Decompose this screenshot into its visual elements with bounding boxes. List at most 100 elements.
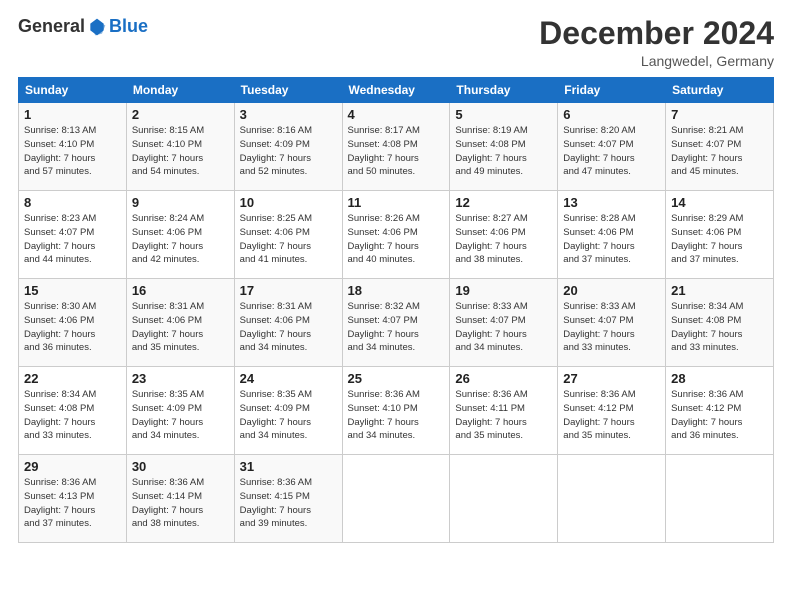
table-row: 31 Sunrise: 8:36 AMSunset: 4:15 PMDayligh…	[234, 455, 342, 543]
table-row: 6 Sunrise: 8:20 AMSunset: 4:07 PMDaylight…	[558, 103, 666, 191]
table-row: 14 Sunrise: 8:29 AMSunset: 4:06 PMDayligh…	[666, 191, 774, 279]
table-row: 23Sunrise: 8:35 AMSunset: 4:09 PMDayligh…	[126, 367, 234, 455]
day-info: Sunrise: 8:31 AMSunset: 4:06 PMDaylight:…	[132, 300, 229, 355]
day-info: Sunrise: 8:31 AMSunset: 4:06 PMDaylight:…	[240, 300, 337, 355]
day-info: Sunrise: 8:30 AMSunset: 4:06 PMDaylight:…	[24, 300, 121, 355]
day-info: Sunrise: 8:36 AMSunset: 4:11 PMDaylight:…	[455, 388, 552, 443]
day-info: Sunrise: 8:23 AMSunset: 4:07 PMDaylight:…	[24, 212, 121, 267]
calendar-week-4: 22Sunrise: 8:34 AMSunset: 4:08 PMDayligh…	[19, 367, 774, 455]
table-row	[342, 455, 450, 543]
table-row: 28 Sunrise: 8:36 AMSunset: 4:12 PMDayligh…	[666, 367, 774, 455]
table-row: 27 Sunrise: 8:36 AMSunset: 4:12 PMDayligh…	[558, 367, 666, 455]
table-row: 24 Sunrise: 8:35 AMSunset: 4:09 PMDayligh…	[234, 367, 342, 455]
day-info: Sunrise: 8:36 AMSunset: 4:15 PMDaylight:…	[240, 476, 337, 531]
day-info: Sunrise: 8:25 AMSunset: 4:06 PMDaylight:…	[240, 212, 337, 267]
calendar-week-1: 1 Sunrise: 8:13 AMSunset: 4:10 PMDaylight…	[19, 103, 774, 191]
day-info: Sunrise: 8:36 AMSunset: 4:13 PMDaylight:…	[24, 476, 121, 531]
logo: General Blue	[18, 16, 148, 37]
table-row: 10 Sunrise: 8:25 AMSunset: 4:06 PMDayligh…	[234, 191, 342, 279]
col-thursday: Thursday	[450, 78, 558, 103]
day-info: Sunrise: 8:36 AMSunset: 4:10 PMDaylight:…	[348, 388, 445, 443]
day-number: 7	[671, 107, 768, 122]
table-row: 17 Sunrise: 8:31 AMSunset: 4:06 PMDayligh…	[234, 279, 342, 367]
day-number: 24	[240, 371, 337, 386]
calendar-week-3: 15Sunrise: 8:30 AMSunset: 4:06 PMDayligh…	[19, 279, 774, 367]
table-row: 1 Sunrise: 8:13 AMSunset: 4:10 PMDaylight…	[19, 103, 127, 191]
day-info: Sunrise: 8:17 AMSunset: 4:08 PMDaylight:…	[348, 124, 445, 179]
day-number: 2	[132, 107, 229, 122]
calendar-week-5: 29 Sunrise: 8:36 AMSunset: 4:13 PMDayligh…	[19, 455, 774, 543]
day-number: 1	[24, 107, 121, 122]
table-row: 20 Sunrise: 8:33 AMSunset: 4:07 PMDayligh…	[558, 279, 666, 367]
day-info: Sunrise: 8:33 AMSunset: 4:07 PMDaylight:…	[563, 300, 660, 355]
calendar: Sunday Monday Tuesday Wednesday Thursday…	[18, 77, 774, 543]
day-number: 10	[240, 195, 337, 210]
day-info: Sunrise: 8:16 AMSunset: 4:09 PMDaylight:…	[240, 124, 337, 179]
month-title: December 2024	[539, 16, 774, 51]
day-info: Sunrise: 8:27 AMSunset: 4:06 PMDaylight:…	[455, 212, 552, 267]
day-number: 23	[132, 371, 229, 386]
day-number: 11	[348, 195, 445, 210]
col-sunday: Sunday	[19, 78, 127, 103]
day-number: 12	[455, 195, 552, 210]
col-monday: Monday	[126, 78, 234, 103]
table-row	[558, 455, 666, 543]
day-info: Sunrise: 8:28 AMSunset: 4:06 PMDaylight:…	[563, 212, 660, 267]
col-friday: Friday	[558, 78, 666, 103]
day-number: 31	[240, 459, 337, 474]
table-row: 22Sunrise: 8:34 AMSunset: 4:08 PMDayligh…	[19, 367, 127, 455]
table-row: 30Sunrise: 8:36 AMSunset: 4:14 PMDayligh…	[126, 455, 234, 543]
day-info: Sunrise: 8:26 AMSunset: 4:06 PMDaylight:…	[348, 212, 445, 267]
table-row: 26Sunrise: 8:36 AMSunset: 4:11 PMDayligh…	[450, 367, 558, 455]
day-info: Sunrise: 8:13 AMSunset: 4:10 PMDaylight:…	[24, 124, 121, 179]
day-info: Sunrise: 8:20 AMSunset: 4:07 PMDaylight:…	[563, 124, 660, 179]
day-info: Sunrise: 8:36 AMSunset: 4:12 PMDaylight:…	[671, 388, 768, 443]
table-row: 19 Sunrise: 8:33 AMSunset: 4:07 PMDayligh…	[450, 279, 558, 367]
location: Langwedel, Germany	[539, 53, 774, 69]
day-info: Sunrise: 8:33 AMSunset: 4:07 PMDaylight:…	[455, 300, 552, 355]
logo-icon	[87, 17, 107, 37]
calendar-week-2: 8 Sunrise: 8:23 AMSunset: 4:07 PMDaylight…	[19, 191, 774, 279]
title-block: December 2024 Langwedel, Germany	[539, 16, 774, 69]
day-info: Sunrise: 8:29 AMSunset: 4:06 PMDaylight:…	[671, 212, 768, 267]
day-info: Sunrise: 8:15 AMSunset: 4:10 PMDaylight:…	[132, 124, 229, 179]
day-number: 30	[132, 459, 229, 474]
table-row: 29 Sunrise: 8:36 AMSunset: 4:13 PMDayligh…	[19, 455, 127, 543]
day-number: 20	[563, 283, 660, 298]
day-number: 6	[563, 107, 660, 122]
table-row	[450, 455, 558, 543]
day-number: 25	[348, 371, 445, 386]
day-number: 8	[24, 195, 121, 210]
day-info: Sunrise: 8:21 AMSunset: 4:07 PMDaylight:…	[671, 124, 768, 179]
table-row: 3 Sunrise: 8:16 AMSunset: 4:09 PMDaylight…	[234, 103, 342, 191]
calendar-header: Sunday Monday Tuesday Wednesday Thursday…	[19, 78, 774, 103]
day-info: Sunrise: 8:32 AMSunset: 4:07 PMDaylight:…	[348, 300, 445, 355]
table-row: 9 Sunrise: 8:24 AMSunset: 4:06 PMDaylight…	[126, 191, 234, 279]
table-row: 5Sunrise: 8:19 AMSunset: 4:08 PMDaylight…	[450, 103, 558, 191]
day-number: 29	[24, 459, 121, 474]
table-row: 7 Sunrise: 8:21 AMSunset: 4:07 PMDaylight…	[666, 103, 774, 191]
header-row: Sunday Monday Tuesday Wednesday Thursday…	[19, 78, 774, 103]
table-row: 4Sunrise: 8:17 AMSunset: 4:08 PMDaylight…	[342, 103, 450, 191]
day-number: 3	[240, 107, 337, 122]
day-number: 14	[671, 195, 768, 210]
table-row: 15Sunrise: 8:30 AMSunset: 4:06 PMDayligh…	[19, 279, 127, 367]
table-row: 21 Sunrise: 8:34 AMSunset: 4:08 PMDayligh…	[666, 279, 774, 367]
table-row: 8 Sunrise: 8:23 AMSunset: 4:07 PMDaylight…	[19, 191, 127, 279]
day-number: 16	[132, 283, 229, 298]
day-number: 19	[455, 283, 552, 298]
day-info: Sunrise: 8:36 AMSunset: 4:12 PMDaylight:…	[563, 388, 660, 443]
day-number: 17	[240, 283, 337, 298]
day-info: Sunrise: 8:19 AMSunset: 4:08 PMDaylight:…	[455, 124, 552, 179]
day-number: 27	[563, 371, 660, 386]
day-number: 13	[563, 195, 660, 210]
col-saturday: Saturday	[666, 78, 774, 103]
day-number: 21	[671, 283, 768, 298]
page: General Blue December 2024 Langwedel, Ge…	[0, 0, 792, 612]
table-row: 16 Sunrise: 8:31 AMSunset: 4:06 PMDayligh…	[126, 279, 234, 367]
day-info: Sunrise: 8:34 AMSunset: 4:08 PMDaylight:…	[671, 300, 768, 355]
day-info: Sunrise: 8:24 AMSunset: 4:06 PMDaylight:…	[132, 212, 229, 267]
day-number: 28	[671, 371, 768, 386]
day-info: Sunrise: 8:35 AMSunset: 4:09 PMDaylight:…	[240, 388, 337, 443]
day-number: 9	[132, 195, 229, 210]
